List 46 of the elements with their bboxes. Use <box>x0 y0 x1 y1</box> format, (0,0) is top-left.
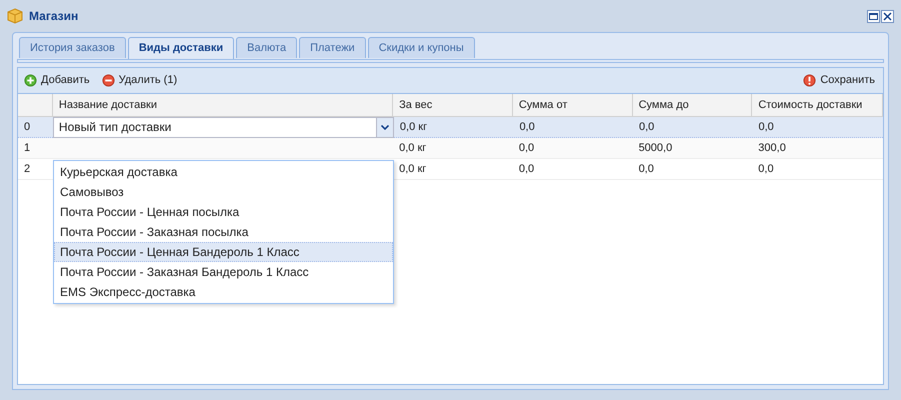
tab[interactable]: Скидки и купоны <box>368 37 475 58</box>
table-cell-text: 0,0 кг <box>398 120 428 135</box>
tab[interactable]: Платежи <box>299 37 366 58</box>
box-icon <box>7 8 23 24</box>
dropdown-option[interactable]: EMS Экспресс-доставка <box>54 282 393 302</box>
column-header[interactable]: Сумма до <box>632 94 752 116</box>
dropdown-option[interactable]: Самовывоз <box>54 182 393 202</box>
save-button[interactable]: Сохранить <box>803 72 875 89</box>
tab[interactable]: История заказов <box>19 37 126 58</box>
maximize-button[interactable] <box>867 10 880 22</box>
column-header[interactable]: Стоимость доставки <box>752 94 884 116</box>
table-cell-text: 0,0 <box>758 120 775 135</box>
add-button[interactable]: Добавить <box>24 72 90 89</box>
row-number: 0 <box>23 120 32 135</box>
close-button[interactable] <box>881 10 894 22</box>
table-cell-text: 0,0 <box>518 162 536 177</box>
tab[interactable]: Виды доставки <box>128 37 234 59</box>
table-cell-text: 0,0 <box>757 162 775 177</box>
delete-button[interactable]: Удалить (1) <box>102 72 178 89</box>
dropdown-option[interactable]: Почта России - Ценная посылка <box>54 202 393 222</box>
column-header[interactable]: За вес <box>393 94 513 116</box>
dropdown-option[interactable]: Почта России - Ценная Бандероль 1 Класс <box>54 242 393 262</box>
table-cell-text: 0,0 <box>638 120 656 135</box>
table-row[interactable]: 0 Новый тип доставки 0,0 кг 0,0 0,0 0,0 <box>18 117 883 138</box>
dropdown-trigger[interactable] <box>376 118 393 136</box>
table-cell-text: 0,0 <box>518 140 536 156</box>
dropdown-option[interactable]: Курьерская доставка <box>54 162 393 182</box>
table-cell-text: 300,0 <box>757 140 787 156</box>
table-cell-text: 0,0 <box>518 120 536 135</box>
column-header[interactable]: Название доставки <box>52 94 394 116</box>
table-cell-text: 0,0 <box>638 162 655 177</box>
minus-icon <box>102 74 115 87</box>
chevron-down-icon <box>380 124 389 130</box>
table-row[interactable]: 1 0,0 кг 0,0 5000,0 300,0 <box>18 138 883 159</box>
window-title: Магазин <box>29 8 78 25</box>
column-header[interactable]: Сумма от <box>512 94 633 116</box>
dropdown-option[interactable]: Почта России - Заказная посылка <box>54 222 393 242</box>
dropdown-option[interactable]: Почта России - Заказная Бандероль 1 Класс <box>54 262 393 282</box>
plus-icon <box>24 74 37 87</box>
table-cell-text: 5000,0 <box>638 140 674 156</box>
tab[interactable]: Валюта <box>236 37 298 58</box>
table-cell-text: 0,0 кг <box>398 140 428 156</box>
exclamation-icon <box>803 74 816 87</box>
row-number: 2 <box>23 162 32 177</box>
row-number: 1 <box>23 140 32 156</box>
table-cell-text: 0,0 кг <box>398 162 428 177</box>
